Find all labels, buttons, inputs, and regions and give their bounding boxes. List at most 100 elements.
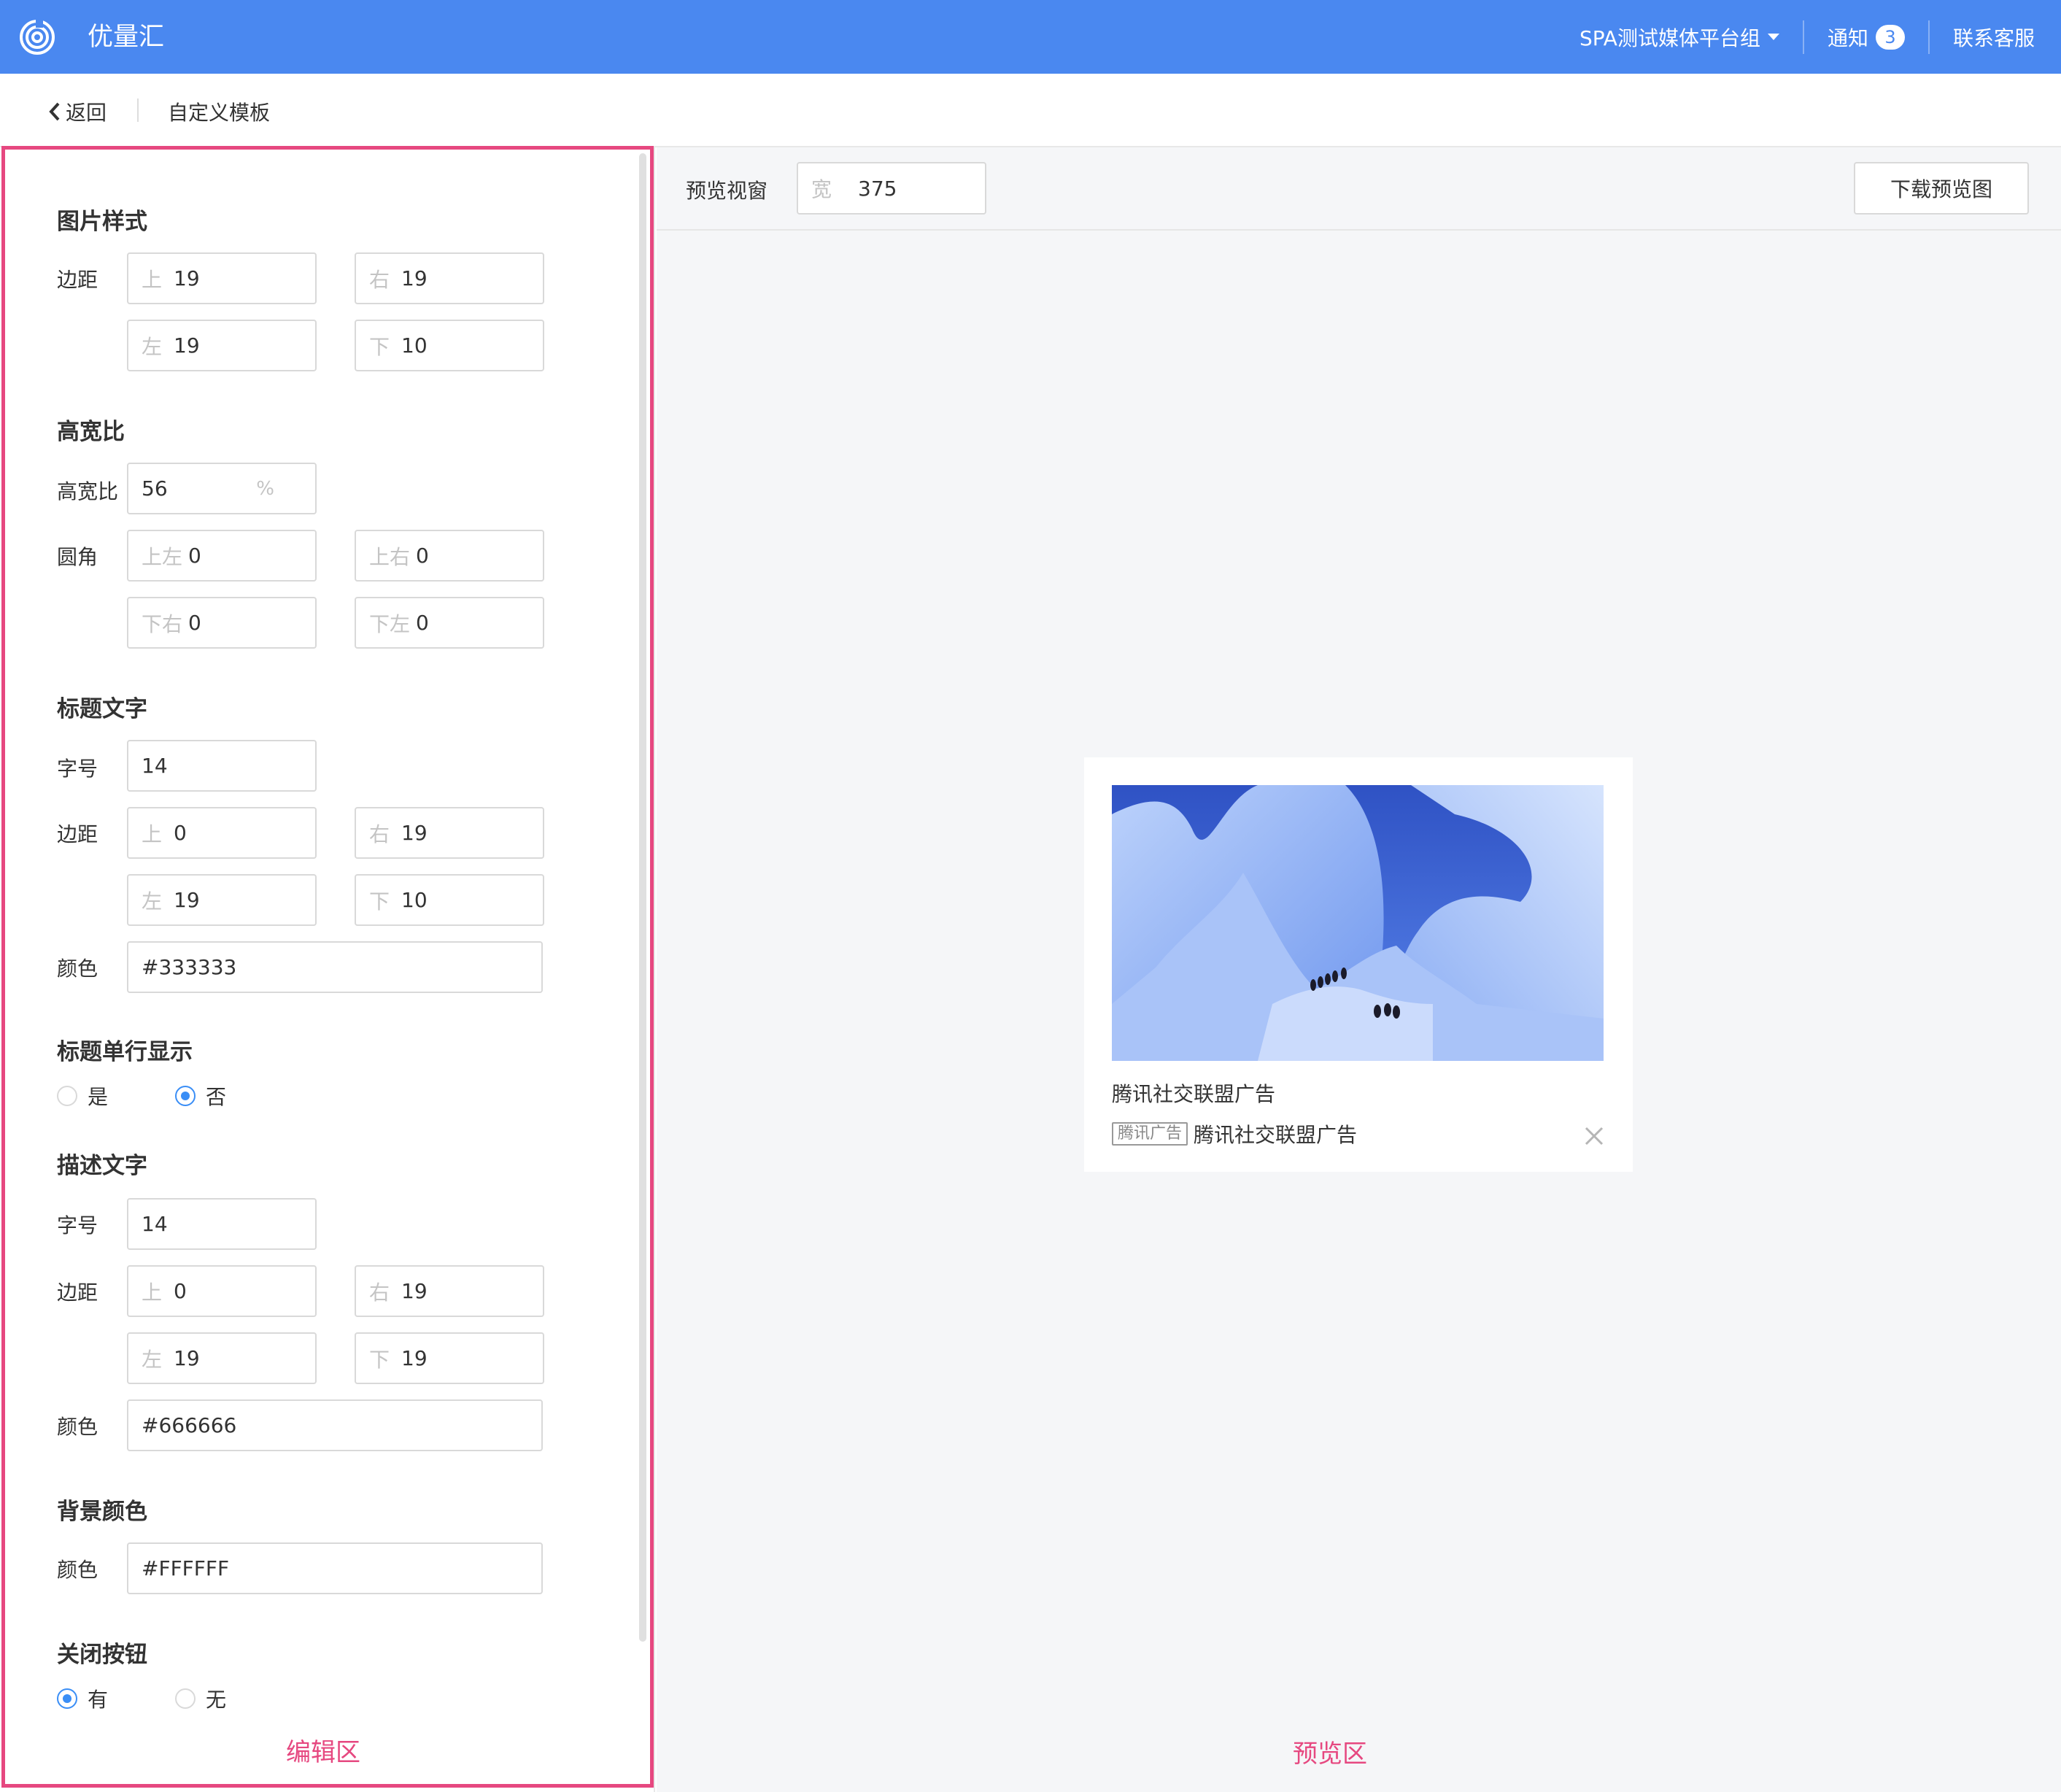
prefix-label: 下 — [369, 334, 390, 359]
prefix-label: 下 — [369, 889, 390, 914]
input-value: 14 — [142, 754, 168, 778]
download-preview-button[interactable]: 下载预览图 — [1854, 162, 2029, 215]
prefix-label: 右 — [369, 822, 390, 846]
prefix-label: 上 — [142, 267, 163, 292]
prefix-label: 左 — [142, 889, 163, 914]
title-margin-right-input[interactable]: 右 19 — [355, 807, 544, 859]
title-margin-top-input[interactable]: 上 0 — [127, 807, 317, 859]
image-margin-left-input[interactable]: 左 19 — [127, 320, 317, 371]
notification-label: 通知 — [1827, 26, 1868, 50]
preview-toolbar: 预览视窗 宽 375 下载预览图 — [657, 147, 2061, 231]
radius-bottom-left-input[interactable]: 下左 0 — [355, 597, 544, 649]
logo-icon[interactable] — [19, 19, 55, 55]
section-image-style: 图片样式 — [57, 209, 147, 235]
input-value: #333333 — [142, 955, 237, 979]
radio-circle — [175, 1086, 196, 1106]
input-value: 19 — [401, 821, 428, 845]
image-margin-label: 边距 — [57, 268, 98, 292]
back-label: 返回 — [66, 101, 107, 125]
image-margin-right-input[interactable]: 右 19 — [355, 252, 544, 304]
notification-button[interactable]: 通知 3 — [1804, 23, 1928, 52]
input-value: 19 — [401, 1346, 428, 1370]
single-line-yes-radio[interactable]: 是 — [57, 1081, 108, 1111]
desc-margin-bottom-input[interactable]: 下 19 — [355, 1332, 544, 1384]
brand-name: 优量汇 — [88, 23, 165, 52]
desc-margin-left-input[interactable]: 左 19 — [127, 1332, 317, 1384]
editor-scrollbar[interactable] — [639, 153, 646, 1642]
background-color-input[interactable]: #FFFFFF — [127, 1542, 543, 1594]
ad-source-tag: 腾讯广告 — [1112, 1122, 1188, 1146]
image-margin-bottom-input[interactable]: 下 10 — [355, 320, 544, 371]
desc-margin-top-input[interactable]: 上 0 — [127, 1265, 317, 1317]
input-value: 0 — [416, 611, 429, 635]
viewport-width-input[interactable]: 宽 375 — [797, 162, 986, 215]
input-value: 19 — [401, 1279, 428, 1303]
input-value: #FFFFFF — [142, 1556, 230, 1580]
section-close-button: 关闭按钮 — [57, 1642, 147, 1668]
input-value: 14 — [142, 1212, 168, 1236]
prefix-label: 左 — [142, 334, 163, 359]
section-aspect: 高宽比 — [57, 419, 125, 445]
desc-font-size-input[interactable]: 14 — [127, 1198, 317, 1250]
prefix-label: 宽 — [811, 177, 832, 201]
close-button-no-radio[interactable]: 无 — [175, 1684, 226, 1713]
close-button-yes-radio[interactable]: 有 — [57, 1684, 108, 1713]
input-value: 0 — [174, 821, 187, 845]
desc-color-input[interactable]: #666666 — [127, 1399, 543, 1451]
prefix-label: 上右 — [369, 544, 411, 569]
input-value: 19 — [174, 1346, 200, 1370]
aspect-ratio-label: 高宽比 — [57, 479, 119, 503]
radio-label: 无 — [206, 1688, 227, 1712]
input-value: 19 — [174, 888, 200, 912]
prefix-label: 下右 — [142, 611, 183, 636]
preview-zone-label: 预览区 — [1293, 1739, 1367, 1769]
caret-down-icon — [1767, 34, 1779, 40]
percent-suffix: % — [256, 477, 274, 500]
radio-label: 有 — [88, 1688, 109, 1712]
desc-font-size-label: 字号 — [57, 1213, 98, 1237]
desc-margin-right-input[interactable]: 右 19 — [355, 1265, 544, 1317]
aspect-ratio-input[interactable]: 56 % — [127, 463, 317, 514]
editor-zone-label: 编辑区 — [286, 1738, 360, 1767]
page-title: 自定义模板 — [168, 101, 271, 125]
top-header: 优量汇 SPA测试媒体平台组 通知 3 联系客服 — [0, 0, 2061, 74]
single-line-radio-group: 是 否 — [57, 1081, 277, 1111]
back-button[interactable]: 返回 — [48, 97, 107, 126]
chevron-left-icon — [49, 102, 60, 121]
radio-label: 是 — [88, 1085, 109, 1109]
title-font-size-input[interactable]: 14 — [127, 740, 317, 792]
prefix-label: 上左 — [142, 544, 183, 569]
input-value: 375 — [858, 176, 897, 201]
prefix-label: 上 — [142, 1280, 163, 1305]
header-right: SPA测试媒体平台组 通知 3 联系客服 — [1579, 0, 2061, 74]
image-margin-top-input[interactable]: 上 19 — [127, 252, 317, 304]
input-value: 19 — [401, 266, 428, 290]
prefix-label: 右 — [369, 1280, 390, 1305]
title-margin-left-input[interactable]: 左 19 — [127, 874, 317, 926]
section-background: 背景颜色 — [57, 1499, 147, 1525]
org-switcher[interactable]: SPA测试媒体平台组 — [1579, 23, 1803, 52]
ad-description-text: 腾讯社交联盟广告 — [1194, 1123, 1358, 1147]
ad-title: 腾讯社交联盟广告 — [1112, 1082, 1276, 1106]
input-value: 0 — [188, 611, 201, 635]
input-value: #666666 — [142, 1413, 237, 1437]
ad-description: 腾讯广告 腾讯社交联盟广告 — [1112, 1119, 1357, 1148]
input-value: 0 — [416, 544, 429, 568]
notification-count-badge: 3 — [1875, 24, 1905, 50]
close-icon[interactable] — [1583, 1125, 1605, 1147]
radio-circle — [57, 1688, 77, 1709]
editor-panel: 图片样式 边距 上 19 右 19 左 19 下 10 高宽比 高宽比 56 %… — [0, 147, 655, 1792]
radius-bottom-right-input[interactable]: 下右 0 — [127, 597, 317, 649]
single-line-no-radio[interactable]: 否 — [175, 1081, 226, 1111]
desc-color-label: 颜色 — [57, 1415, 98, 1439]
input-value: 10 — [401, 333, 428, 358]
ad-preview-card: 腾讯社交联盟广告 腾讯广告 腾讯社交联盟广告 — [1084, 757, 1633, 1172]
prefix-label: 右 — [369, 267, 390, 292]
radius-top-right-input[interactable]: 上右 0 — [355, 530, 544, 582]
title-color-input[interactable]: #333333 — [127, 941, 543, 993]
title-margin-bottom-input[interactable]: 下 10 — [355, 874, 544, 926]
radio-circle — [57, 1086, 77, 1106]
radius-top-left-input[interactable]: 上左 0 — [127, 530, 317, 582]
contact-support-link[interactable]: 联系客服 — [1930, 23, 2061, 52]
input-value: 10 — [401, 888, 428, 912]
